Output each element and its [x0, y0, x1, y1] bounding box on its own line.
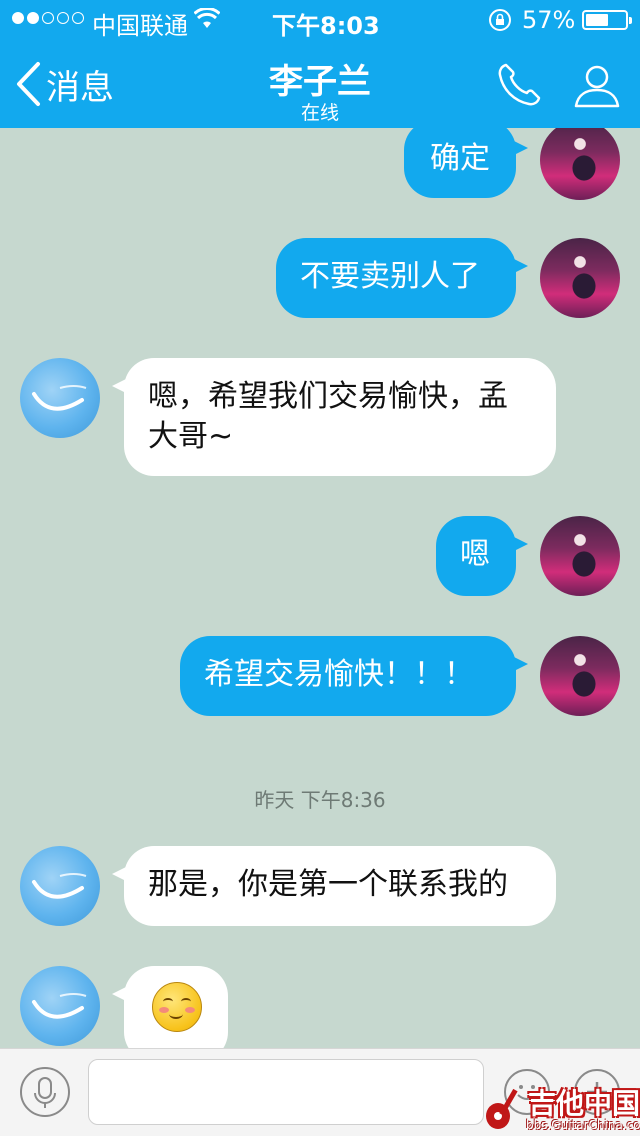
message-bubble-received[interactable]: 那是，你是第一个联系我的: [112, 846, 556, 926]
battery-percent: 57%: [522, 6, 576, 34]
watermark-title: 吉他中国: [528, 1087, 640, 1120]
contact-profile-button[interactable]: [572, 60, 622, 110]
message-text: 确定: [430, 141, 490, 176]
sky-avatar-icon: [32, 993, 87, 1019]
sky-avatar-icon: [32, 873, 87, 899]
microphone-icon: [34, 1077, 56, 1108]
contact-avatar[interactable]: [20, 966, 100, 1046]
contact-avatar[interactable]: [20, 846, 100, 926]
contact-status: 在线: [300, 102, 339, 124]
message-text-input[interactable]: [88, 1059, 484, 1125]
message-text: 嗯: [460, 537, 490, 572]
battery-icon: [582, 10, 632, 30]
site-watermark: 吉他中国 bbs.GuitarChina.com: [482, 1080, 640, 1136]
status-bar: 中国联通 下午8:03 57%: [0, 0, 640, 40]
battery-fill: [586, 14, 608, 26]
message-bubble-sent[interactable]: 嗯: [436, 516, 528, 596]
carrier-name: 中国联通: [92, 12, 188, 40]
smiling-blush-emoji-icon: [152, 982, 202, 1032]
message-bubble-sent[interactable]: 希望交易愉快！！！: [180, 636, 528, 716]
message-bubble-sent[interactable]: 不要卖别人了: [276, 238, 528, 318]
top-bar: 中国联通 下午8:03 57% 消息 李子兰 在线: [0, 0, 640, 128]
phone-icon: [498, 63, 541, 106]
profile-icon: [574, 65, 620, 108]
voice-input-button[interactable]: [20, 1067, 70, 1117]
call-button[interactable]: [494, 60, 544, 110]
sky-avatar-icon: [32, 385, 87, 411]
wifi-icon: [193, 6, 221, 36]
message-bubble-sent[interactable]: 确定: [404, 128, 528, 198]
message-text: 嗯，希望我们交易愉快，孟大哥~: [148, 379, 508, 454]
message-timestamp: 昨天 下午8:36: [254, 788, 386, 812]
contact-avatar[interactable]: [20, 358, 100, 438]
contact-name: 李子兰: [269, 62, 371, 102]
chat-thread[interactable]: 确定 不要卖别人了 嗯，希望我们交易愉快，孟大哥~ 嗯 希望交易愉快！！！ 昨天…: [0, 128, 640, 1048]
rotation-lock-icon: [488, 8, 512, 38]
signal-dots-icon: [12, 12, 84, 24]
message-bubble-received[interactable]: 嗯，希望我们交易愉快，孟大哥~: [112, 358, 556, 476]
guitar-logo-icon: [486, 1088, 518, 1129]
my-avatar[interactable]: [540, 516, 620, 596]
message-text: 不要卖别人了: [300, 259, 480, 294]
message-text: 希望交易愉快！！！: [204, 657, 474, 692]
status-time: 下午8:03: [272, 12, 380, 40]
my-avatar[interactable]: [540, 238, 620, 318]
my-avatar[interactable]: [540, 128, 620, 200]
message-bubble-received[interactable]: [112, 966, 228, 1048]
my-avatar[interactable]: [540, 636, 620, 716]
message-text: 那是，你是第一个联系我的: [148, 867, 508, 902]
watermark-url: bbs.GuitarChina.com: [526, 1118, 640, 1132]
